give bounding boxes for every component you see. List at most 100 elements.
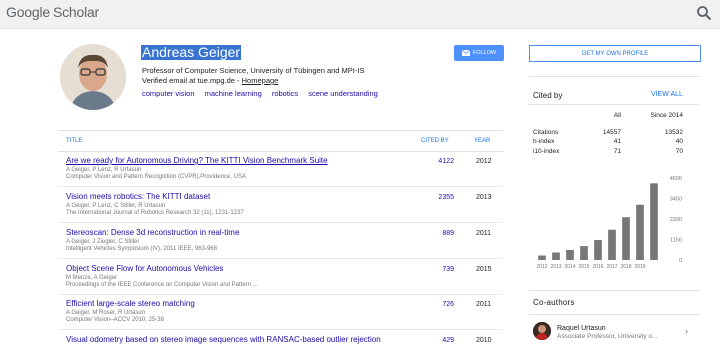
article-cited-count[interactable]: 4122 — [428, 158, 454, 165]
chart-x-tick-label: 2014 — [564, 264, 575, 270]
cited-by-column-header[interactable]: CITED BY — [421, 138, 449, 144]
chart-x-tick-label: 2017 — [606, 264, 617, 270]
cited-by-heading: Cited by — [533, 91, 563, 100]
stat-label: i10-index — [533, 147, 560, 155]
citations-bar-chart: 2012 2013 2014 2015 2016 2017 2018 2019 4600 3450… — [536, 176, 682, 270]
coauthor-name[interactable]: Raquel Urtasun — [557, 325, 606, 332]
follow-button[interactable]: FOLLOW — [454, 45, 504, 61]
article-row: Vision meets robotics: The KITTI dataset… — [58, 188, 503, 223]
sidebar-divider — [529, 290, 699, 291]
stats-header-since: Since 2014 — [650, 112, 683, 119]
stats-header-row: All Since 2014 — [533, 112, 683, 122]
chart-bar[interactable] — [636, 204, 644, 260]
interest-link[interactable]: computer vision — [142, 89, 195, 98]
article-title[interactable]: Vision meets robotics: The KITTI dataset — [66, 192, 210, 201]
article-title[interactable]: Stereoscan: Dense 3d reconstruction in r… — [66, 228, 239, 237]
coauthor-role: Associate Professor, University o... — [557, 333, 658, 340]
follow-label: FOLLOW — [472, 50, 497, 56]
profile-affiliation: Professor of Computer Science, Universit… — [142, 66, 365, 75]
article-venue: The International Journal of Robotics Re… — [66, 210, 244, 216]
chart-x-tick-label: 2013 — [550, 264, 561, 270]
article-row: Stereoscan: Dense 3d reconstruction in r… — [58, 224, 503, 259]
sidebar-divider — [529, 104, 699, 105]
article-venue: Intelligent Vehicles Symposium (IV), 201… — [66, 246, 217, 252]
logo-scholar: Scholar — [52, 4, 100, 20]
chart-y-tick-label: 0 — [679, 258, 682, 264]
chart-bar[interactable] — [608, 229, 616, 260]
article-title[interactable]: Efficient large-scale stereo matching — [66, 299, 195, 308]
coauthor-avatar[interactable] — [533, 322, 551, 340]
article-row: Are we ready for Autonomous Driving? The… — [58, 152, 503, 187]
article-authors: A Geiger, P Lenz, R Urtasun — [66, 167, 142, 173]
get-my-own-profile-button[interactable]: GET MY OWN PROFILE — [529, 45, 701, 62]
title-column-header[interactable]: TITLE — [66, 138, 82, 144]
chart-x-tick-label: 2015 — [578, 264, 589, 270]
chart-y-tick-label: 2300 — [670, 217, 682, 223]
chart-x-tick-label: 2012 — [536, 264, 547, 270]
stats-header-all: All — [613, 112, 621, 119]
article-venue: Computer Vision and Pattern Recognition … — [66, 174, 246, 180]
stats-row: Citations 14557 13532 — [533, 129, 683, 139]
stat-all: 71 — [613, 147, 621, 155]
chart-y-tick-label: 4600 — [670, 176, 682, 182]
article-row: Visual odometry based on stereo image se… — [58, 331, 503, 351]
interest-link[interactable]: robotics — [272, 89, 298, 98]
chart-bar[interactable] — [538, 255, 546, 260]
sidebar-divider — [529, 76, 699, 77]
article-year: 2015 — [476, 266, 492, 273]
envelope-icon — [461, 50, 470, 56]
article-cited-count[interactable]: 889 — [428, 230, 454, 237]
article-authors: A Geiger, P Lenz, C Stiller, R Urtasun — [66, 203, 166, 209]
chevron-right-icon[interactable]: › — [685, 326, 688, 336]
view-all-link[interactable]: VIEW ALL — [651, 91, 683, 98]
chart-x-tick-label: 2018 — [620, 264, 631, 270]
homepage-link[interactable]: Homepage — [242, 76, 279, 85]
article-cited-count[interactable]: 2355 — [428, 194, 454, 201]
coauthors-heading: Co-authors — [533, 298, 575, 307]
article-cited-count[interactable]: 739 — [428, 266, 454, 273]
chart-bar[interactable] — [580, 246, 588, 260]
article-title[interactable]: Visual odometry based on stereo image se… — [66, 335, 381, 344]
year-column-header[interactable]: YEAR — [474, 138, 490, 144]
stat-label: h-index — [533, 138, 555, 145]
profile-email: Verified email at tue.mpg.de - Homepage — [142, 76, 278, 85]
research-interests: computer vision machine learning robotic… — [142, 89, 386, 98]
stat-all: 41 — [613, 138, 621, 145]
chart-bar[interactable] — [566, 250, 574, 260]
search-icon[interactable] — [696, 5, 712, 21]
stat-since: 40 — [675, 138, 683, 145]
chart-x-tick-label: 2016 — [592, 264, 603, 270]
chart-bar[interactable] — [594, 240, 602, 260]
chart-y-tick-label: 1150 — [670, 238, 682, 244]
sidebar-divider — [529, 314, 699, 315]
article-title[interactable]: Are we ready for Autonomous Driving? The… — [66, 156, 328, 165]
article-title[interactable]: Object Scene Flow for Autonomous Vehicle… — [66, 264, 223, 273]
article-cited-count[interactable]: 726 — [428, 301, 454, 308]
profile-name: Andreas Geiger — [141, 44, 242, 60]
article-year: 2011 — [476, 230, 492, 237]
chart-bar[interactable] — [650, 183, 658, 260]
article-venue: Computer Vision–ACCV 2010, 25-38 — [66, 317, 164, 323]
article-authors: A Geiger, M Roser, R Urtasun — [66, 310, 146, 316]
article-year: 2013 — [476, 194, 492, 201]
chart-bar[interactable] — [622, 217, 630, 260]
chart-x-tick-label: 2019 — [634, 264, 645, 270]
stats-row: h-index 41 40 — [533, 138, 683, 148]
top-bar: Google Scholar — [0, 0, 720, 29]
stats-row: i10-index 71 70 — [533, 148, 683, 158]
article-authors: M Menze, A Geiger — [66, 275, 118, 281]
article-venue: Proceedings of the IEEE Conference on Co… — [66, 282, 258, 288]
chart-bar[interactable] — [552, 252, 560, 260]
article-year: 2012 — [476, 158, 492, 165]
article-authors: A Geiger, J Ziegler, C Stiller — [66, 239, 140, 245]
articles-table-header: TITLE CITED BY YEAR — [58, 130, 503, 152]
interest-link[interactable]: scene understanding — [308, 89, 378, 98]
interest-link[interactable]: machine learning — [205, 89, 262, 98]
stat-since: 70 — [675, 147, 683, 155]
article-year: 2010 — [476, 337, 492, 344]
stat-since: 13532 — [664, 128, 683, 136]
chart-y-tick-label: 3450 — [670, 197, 682, 203]
article-cited-count[interactable]: 429 — [428, 337, 454, 344]
google-scholar-logo[interactable]: Google Scholar — [6, 4, 99, 20]
stat-label: Citations — [533, 128, 559, 136]
